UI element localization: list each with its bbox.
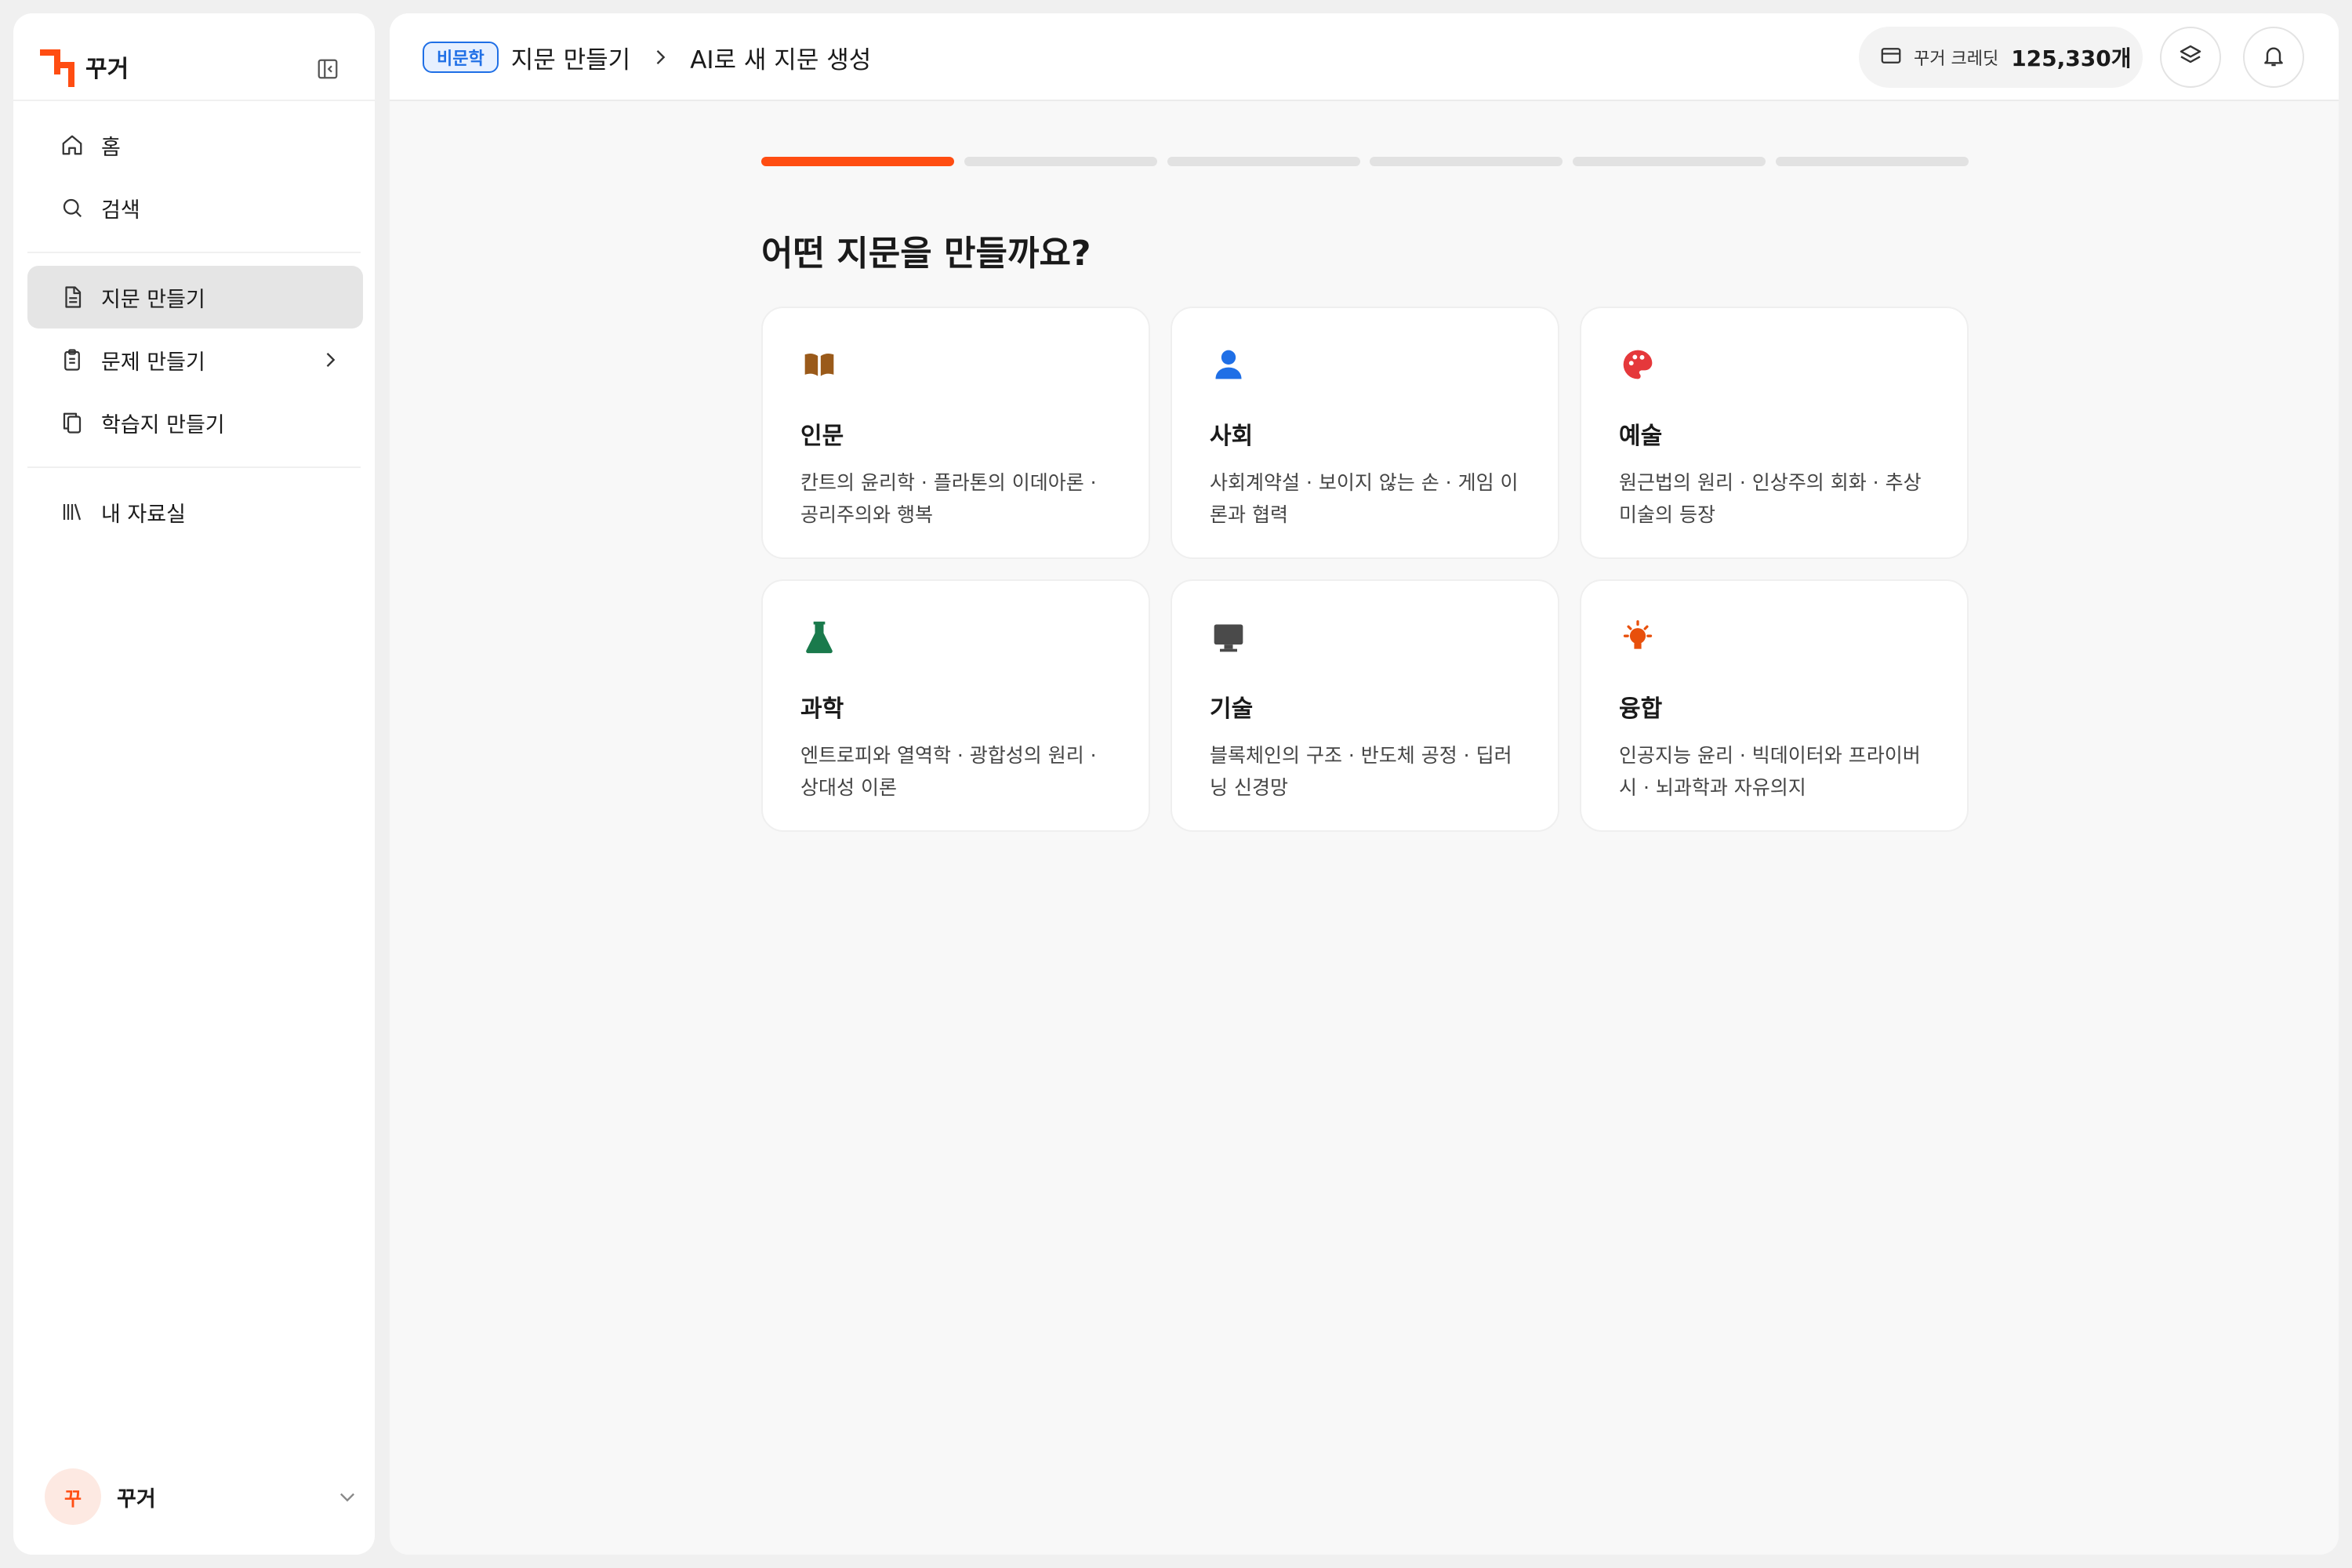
chevron-down-icon — [336, 1486, 358, 1508]
category-title: 기술 — [1210, 695, 1254, 723]
breadcrumb-item[interactable]: 지문 만들기 — [511, 40, 630, 75]
sidebar-item-home[interactable]: 홈 — [27, 114, 363, 176]
clipboard-icon — [59, 347, 85, 373]
category-card-science[interactable]: 과학 엔트로피와 열역학 · 광합성의 원리 · 상대성 이론 — [761, 579, 1150, 832]
category-card-humanities[interactable]: 인문 칸트의 윤리학 · 플라톤의 이데아론 · 공리주의와 행복 — [761, 307, 1150, 559]
sidebar-item-label: 학습지 만들기 — [101, 412, 225, 437]
category-description: 인공지능 윤리 · 빅데이터와 프라이버시 · 뇌과학과 자유의지 — [1619, 744, 1921, 799]
sidebar-item-label: 내 자료실 — [101, 502, 186, 527]
breadcrumb: 비문학 지문 만들기 AI로 새 지문 생성 — [423, 13, 871, 101]
sidebar-divider — [27, 466, 361, 468]
breadcrumb-item-current: AI로 새 지문 생성 — [690, 45, 872, 74]
user-name: 꾸거 — [117, 1486, 156, 1512]
chevron-right-icon — [319, 349, 341, 371]
book-icon — [800, 346, 838, 383]
progress-step-2 — [964, 157, 1157, 166]
category-title: 과학 — [800, 695, 844, 723]
category-title: 사회 — [1210, 423, 1254, 450]
monitor-icon — [1210, 619, 1247, 656]
sidebar-item-label: 홈 — [101, 135, 121, 160]
bell-icon — [2261, 43, 2286, 71]
notifications-button[interactable] — [2243, 27, 2304, 88]
progress-step-4 — [1370, 157, 1563, 166]
user-menu[interactable]: 꾸 꾸거 — [45, 1467, 358, 1526]
sidebar-divider — [13, 100, 375, 101]
category-description: 칸트의 윤리학 · 플라톤의 이데아론 · 공리주의와 행복 — [800, 471, 1097, 526]
sidebar-item-label: 문제 만들기 — [101, 350, 205, 375]
sidebar-item-create-question[interactable]: 문제 만들기 — [27, 328, 363, 391]
person-icon — [1210, 346, 1247, 383]
category-description: 블록체인의 구조 · 반도체 공정 · 딥러닝 신경망 — [1210, 744, 1512, 799]
avatar: 꾸 — [45, 1468, 101, 1525]
sidebar-divider — [27, 252, 361, 253]
category-title: 예술 — [1619, 423, 1663, 450]
brand-name: 꾸거 — [85, 56, 129, 83]
category-card-society[interactable]: 사회 사회계약설 · 보이지 않는 손 · 게임 이론과 협력 — [1171, 307, 1559, 559]
category-description: 사회계약설 · 보이지 않는 손 · 게임 이론과 협력 — [1210, 471, 1519, 526]
progress-step-1 — [761, 157, 954, 166]
category-description: 엔트로피와 열역학 · 광합성의 원리 · 상대성 이론 — [800, 744, 1097, 799]
category-grid: 인문 칸트의 윤리학 · 플라톤의 이데아론 · 공리주의와 행복 사회 사회계… — [761, 307, 1969, 840]
lightbulb-icon — [1619, 619, 1657, 656]
sidebar-item-label: 검색 — [101, 198, 140, 223]
sidebar: 꾸거 홈 검색 지문 만들기 문제 만들기 학습지 만들기 내 자료실 꾸 꾸거 — [13, 13, 375, 1555]
sidebar-item-search[interactable]: 검색 — [27, 176, 363, 239]
progress-step-6 — [1775, 157, 1969, 166]
chevron-right-icon — [644, 42, 676, 73]
flask-icon — [800, 619, 838, 656]
sidebar-item-create-worksheet[interactable]: 학습지 만들기 — [27, 391, 363, 454]
brand[interactable]: 꾸거 — [38, 35, 129, 98]
sidebar-collapse-icon[interactable] — [313, 54, 343, 84]
sidebar-item-label: 지문 만들기 — [101, 287, 205, 312]
card-icon — [1879, 44, 1903, 71]
top-bar: 비문학 지문 만들기 AI로 새 지문 생성 꾸거 크레딧 125,330개 — [390, 13, 2339, 101]
document-icon — [59, 284, 85, 310]
brand-logo-icon — [38, 45, 76, 89]
step-progress — [761, 157, 1969, 168]
progress-step-5 — [1573, 157, 1766, 166]
category-card-technology[interactable]: 기술 블록체인의 구조 · 반도체 공정 · 딥러닝 신경망 — [1171, 579, 1559, 832]
category-card-convergence[interactable]: 융합 인공지능 윤리 · 빅데이터와 프라이버시 · 뇌과학과 자유의지 — [1580, 579, 1969, 832]
category-title: 인문 — [800, 423, 844, 450]
copy-icon — [59, 409, 85, 436]
credit-label: 꾸거 크레딧 — [1914, 49, 1999, 69]
sidebar-item-create-passage[interactable]: 지문 만들기 — [27, 266, 363, 328]
category-tag: 비문학 — [423, 42, 499, 73]
progress-step-3 — [1167, 157, 1360, 166]
home-icon — [59, 132, 85, 158]
category-card-arts[interactable]: 예술 원근법의 원리 · 인상주의 회화 · 추상 미술의 등장 — [1580, 307, 1969, 559]
layers-button[interactable] — [2160, 27, 2221, 88]
search-icon — [59, 194, 85, 221]
sidebar-item-library[interactable]: 내 자료실 — [27, 481, 363, 543]
library-icon — [59, 499, 85, 525]
credit-balance[interactable]: 꾸거 크레딧 125,330개 — [1859, 27, 2143, 88]
page-title: 어떤 지문을 만들까요? — [761, 234, 1091, 274]
category-title: 융합 — [1619, 695, 1663, 723]
layers-icon — [2178, 43, 2203, 71]
credit-value: 125,330개 — [2011, 45, 2132, 71]
category-description: 원근법의 원리 · 인상주의 회화 · 추상 미술의 등장 — [1619, 471, 1922, 526]
palette-icon — [1619, 346, 1657, 383]
main-content: 비문학 지문 만들기 AI로 새 지문 생성 꾸거 크레딧 125,330개 어… — [390, 13, 2339, 1555]
